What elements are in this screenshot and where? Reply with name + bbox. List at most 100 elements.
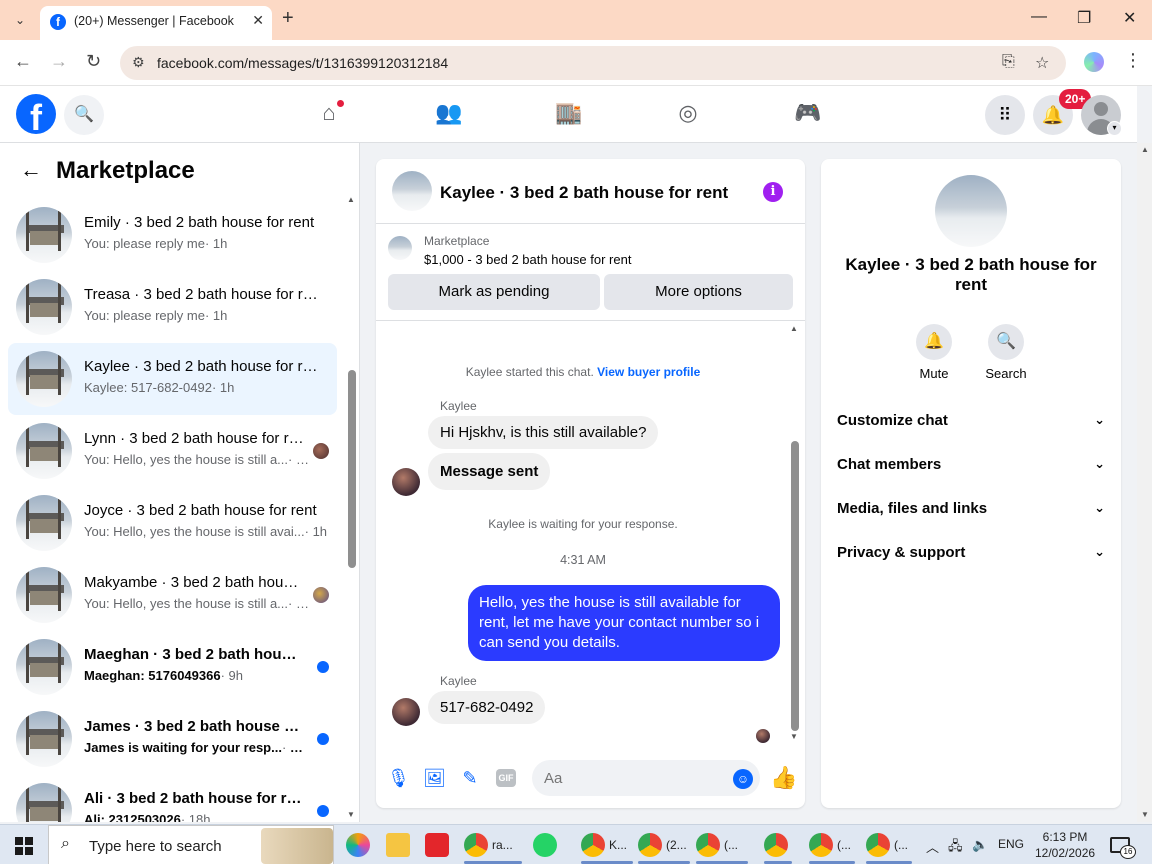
- gif-icon[interactable]: GIF: [496, 769, 516, 787]
- url-text[interactable]: facebook.com/messages/t/1316399120312184: [157, 55, 448, 71]
- browser-tab-messenger[interactable]: f (20+) Messenger | Facebook ✕: [40, 6, 272, 40]
- listing-thumbnail: [16, 567, 72, 623]
- page-scroll-up-icon[interactable]: ▲: [1141, 145, 1149, 154]
- bell-icon[interactable]: 🔔: [916, 324, 952, 360]
- bookmark-star-icon[interactable]: ☆: [1035, 53, 1049, 73]
- media-files-links-section[interactable]: Media, files and links ⌄: [837, 500, 1105, 524]
- microphone-icon[interactable]: 🎙: [387, 768, 410, 790]
- page-scroll-down-icon[interactable]: ▼: [1141, 810, 1149, 819]
- mark-as-pending-button[interactable]: Mark as pending: [388, 274, 600, 310]
- conversation-item[interactable]: Maeghan · 3 bed 2 bath house for rent Ma…: [8, 631, 337, 703]
- taskbar-clock[interactable]: 6:13 PM 12/02/2026: [1035, 829, 1095, 861]
- view-buyer-profile-link[interactable]: View buyer profile: [597, 365, 700, 379]
- listing-price-title[interactable]: $1,000 - 3 bed 2 bath house for rent: [424, 252, 631, 267]
- taskbar-search-box[interactable]: ⌕ Type here to search: [48, 825, 334, 864]
- account-chevron-down-icon[interactable]: ▾: [1107, 121, 1122, 136]
- chat-scroll-up-icon[interactable]: ▲: [790, 324, 798, 333]
- sender-avatar[interactable]: [392, 468, 420, 496]
- incoming-message[interactable]: 517-682-0492: [428, 691, 546, 724]
- conversation-item[interactable]: Treasa · 3 bed 2 bath house for rent You…: [8, 271, 337, 343]
- thumbs-up-icon[interactable]: 👍: [770, 765, 797, 791]
- taskbar-chrome-window[interactable]: ra...: [464, 831, 522, 864]
- conversation-item-active[interactable]: Kaylee · 3 bed 2 bath house for rent Kay…: [8, 343, 337, 415]
- browser-menu-icon[interactable]: ⋮: [1124, 50, 1142, 71]
- volume-icon[interactable]: 🔈: [972, 837, 988, 853]
- customize-chat-section[interactable]: Customize chat ⌄: [837, 412, 1105, 436]
- chat-listing-avatar[interactable]: [392, 171, 432, 211]
- site-info-icon[interactable]: ⚙: [132, 54, 145, 71]
- taskbar-chrome-window[interactable]: [764, 831, 792, 864]
- conversation-item[interactable]: Lynn · 3 bed 2 bath house for rent You: …: [8, 415, 337, 487]
- conversation-item[interactable]: James · 3 bed 2 bath house for rent Jame…: [8, 703, 337, 775]
- info-icon[interactable]: i: [763, 182, 783, 202]
- file-explorer-icon[interactable]: [386, 831, 410, 861]
- youtube-app-icon[interactable]: [425, 831, 449, 861]
- tray-chevron-up-icon[interactable]: ︿: [926, 837, 939, 856]
- marketplace-icon[interactable]: 🏬: [554, 100, 584, 130]
- taskbar-chrome-window[interactable]: (...: [866, 831, 912, 864]
- sender-name: Kaylee: [440, 399, 477, 413]
- search-icon[interactable]: 🔍: [988, 324, 1024, 360]
- tab-search-chevron-icon[interactable]: ⌄: [8, 8, 32, 32]
- conversation-item[interactable]: Ali · 3 bed 2 bath house for rent Ali: 2…: [8, 775, 337, 822]
- incoming-message[interactable]: Hi Hjskhv, is this still available?: [428, 416, 659, 449]
- home-notification-dot: [336, 99, 345, 108]
- sender-avatar[interactable]: [392, 698, 420, 726]
- windows-start-icon[interactable]: [15, 837, 33, 855]
- language-indicator[interactable]: ENG: [998, 837, 1024, 851]
- mute-action[interactable]: 🔔 Mute: [904, 324, 964, 381]
- emoji-icon[interactable]: ☺: [733, 769, 753, 789]
- page-scrollbar[interactable]: ▲ ▼: [1137, 143, 1152, 822]
- message-composer: 🎙 🖼 ✎ GIF ☺ 👍: [376, 753, 805, 803]
- groups-icon[interactable]: ◎: [673, 100, 703, 130]
- whatsapp-icon[interactable]: [533, 831, 557, 861]
- gaming-icon[interactable]: 🎮: [793, 100, 823, 130]
- listing-small-thumbnail[interactable]: [388, 236, 412, 260]
- search-action[interactable]: 🔍 Search: [976, 324, 1036, 381]
- new-tab-icon[interactable]: +: [282, 7, 294, 30]
- forward-icon[interactable]: →: [50, 51, 68, 72]
- tab-close-icon[interactable]: ✕: [252, 12, 264, 29]
- list-scroll-down-icon[interactable]: ▼: [347, 810, 355, 819]
- facebook-logo-icon[interactable]: f: [16, 94, 56, 134]
- copilot-icon[interactable]: [346, 831, 370, 861]
- chat-scrollbar[interactable]: [791, 441, 799, 731]
- taskbar-chrome-window[interactable]: (...: [809, 831, 855, 864]
- message-timestamp: 4:31 AM: [560, 553, 606, 567]
- install-app-icon[interactable]: ⎘: [1002, 53, 1015, 71]
- minimize-icon[interactable]: —: [1031, 8, 1047, 26]
- taskbar-chrome-window[interactable]: K...: [581, 831, 633, 864]
- close-window-icon[interactable]: ✕: [1123, 8, 1136, 28]
- notification-count: 16: [1120, 845, 1136, 859]
- conversation-item[interactable]: Emily · 3 bed 2 bath house for rent You:…: [8, 199, 337, 271]
- conversation-item[interactable]: Makyambe · 3 bed 2 bath house for rent Y…: [8, 559, 337, 631]
- chat-title[interactable]: Kaylee · 3 bed 2 bath house for rent: [440, 183, 728, 203]
- list-scroll-up-icon[interactable]: ▲: [347, 195, 355, 204]
- outgoing-message[interactable]: Hello, yes the house is still available …: [468, 585, 780, 661]
- fb-search-icon[interactable]: 🔍: [64, 95, 104, 135]
- listing-avatar[interactable]: [935, 175, 1007, 247]
- back-arrow-icon[interactable]: ←: [20, 157, 42, 183]
- incoming-message[interactable]: Message sent: [428, 453, 551, 490]
- taskbar-chrome-window[interactable]: (...: [696, 831, 748, 864]
- address-bar[interactable]: ⚙ facebook.com/messages/t/13163991203121…: [120, 46, 1066, 80]
- back-icon[interactable]: ←: [14, 51, 32, 72]
- chevron-down-icon: ⌄: [1094, 456, 1105, 471]
- sticker-icon[interactable]: ✎: [459, 768, 481, 790]
- taskbar-chrome-window[interactable]: (2...: [638, 831, 690, 864]
- chat-scroll-down-icon[interactable]: ▼: [790, 732, 798, 741]
- conversation-list-scrollbar[interactable]: [348, 370, 356, 568]
- privacy-support-section[interactable]: Privacy & support ⌄: [837, 544, 1105, 568]
- more-options-button[interactable]: More options: [604, 274, 793, 310]
- browser-profile-icon[interactable]: [1084, 52, 1104, 72]
- photo-icon[interactable]: 🖼: [423, 768, 446, 790]
- maximize-icon[interactable]: ❐: [1077, 8, 1091, 28]
- network-icon[interactable]: 🖧: [948, 837, 963, 859]
- chat-members-section[interactable]: Chat members ⌄: [837, 456, 1105, 480]
- search-icon: ⌕: [61, 835, 70, 852]
- reload-icon[interactable]: ↻: [86, 51, 101, 72]
- menu-grid-icon[interactable]: ⠿: [985, 95, 1025, 135]
- message-input[interactable]: [532, 760, 760, 796]
- conversation-item[interactable]: Joyce · 3 bed 2 bath house for rent You:…: [8, 487, 337, 559]
- friends-icon[interactable]: 👥: [434, 100, 464, 130]
